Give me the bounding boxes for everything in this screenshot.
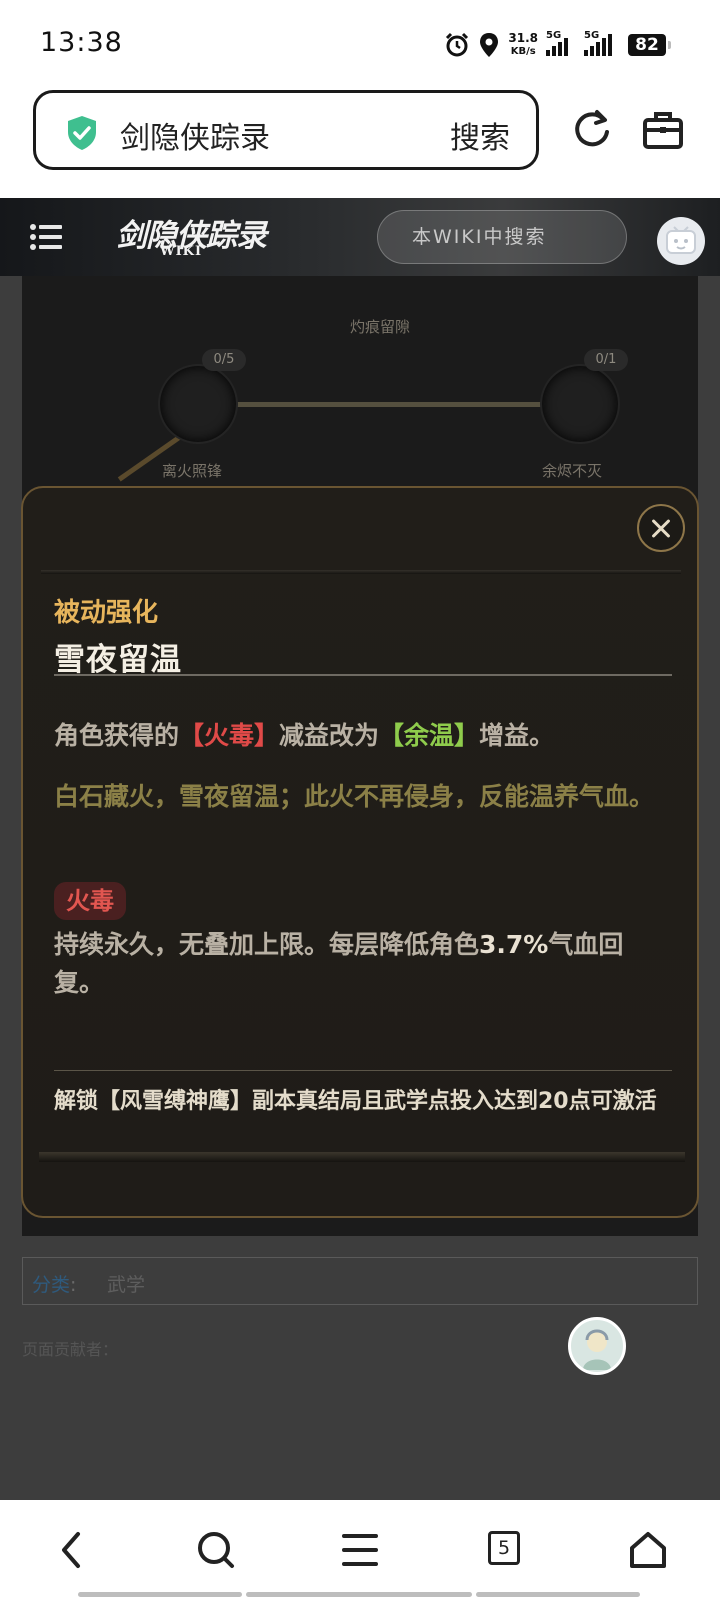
signal-icon-sim1: 5G: [546, 30, 576, 56]
skill-node-right[interactable]: [540, 364, 620, 444]
flavor-text: 白石藏火，雪夜留温；此火不再侵身，反能温养气血。: [54, 782, 655, 811]
skill-title: 雪夜留温: [54, 642, 182, 678]
bilibili-tv-icon: [666, 226, 696, 254]
shield-icon: [68, 116, 96, 150]
skill-node-label-right: 余烬不灭: [542, 462, 603, 480]
battery-icon: 82: [628, 34, 671, 56]
skill-node-label-top: 灼痕留隙: [350, 318, 411, 336]
desc-suffix: 增益。: [479, 721, 555, 750]
menu-lines-icon[interactable]: [340, 1530, 380, 1570]
search-button[interactable]: 搜索: [450, 113, 510, 157]
divider: [41, 570, 681, 574]
sim2-label: 5G: [584, 30, 600, 41]
buff-keyword[interactable]: 【余温】: [379, 721, 479, 750]
url-title[interactable]: 剑隐侠踪录: [120, 113, 270, 157]
modal-footer-bar: [39, 1152, 685, 1162]
alarm-icon: [446, 32, 469, 57]
debuff-tag: 火毒: [54, 882, 126, 920]
category-box: 分类: 武学: [22, 1257, 698, 1305]
sim1-label: 5G: [546, 30, 562, 41]
signal-icon-sim2: 5G: [584, 30, 620, 56]
browser-bottom-nav: 5: [0, 1500, 720, 1600]
skill-node-left[interactable]: [158, 364, 238, 444]
search-icon[interactable]: [196, 1530, 236, 1570]
network-speed-unit: KB/s: [510, 46, 536, 57]
skill-node-count-right: 0/1: [584, 349, 628, 371]
wiki-search-input[interactable]: 本WIKI中搜索: [377, 210, 627, 264]
skill-node-label-left: 离火照锋: [162, 462, 223, 480]
category-label-text: 分类: [32, 1274, 71, 1296]
tabs-button[interactable]: 5: [488, 1531, 520, 1565]
skill-category: 被动强化: [54, 598, 159, 628]
divider: [54, 1070, 672, 1071]
location-icon: [480, 33, 499, 57]
gesture-bar: [476, 1592, 640, 1597]
browser-address-bar: 剑隐侠踪录 搜索: [0, 88, 720, 198]
status-time: 13:38: [40, 27, 123, 58]
debuff-desc-prefix: 持续永久，无叠加上限。每层降低角色: [54, 930, 480, 959]
wiki-logo[interactable]: 剑隐侠踪录 WIKI: [116, 210, 267, 259]
character-avatar-icon: [583, 1329, 611, 1370]
gesture-bar: [246, 1592, 472, 1597]
page-contributors: 页面贡献者：: [22, 1340, 119, 1359]
status-icons: 31.8 KB/s 5G 5G 82: [444, 28, 671, 62]
wiki-logo-sub: WIKI: [160, 244, 203, 259]
desc-mid: 减益改为: [279, 721, 380, 750]
close-button[interactable]: [637, 504, 685, 552]
debuff-keyword[interactable]: 【火毒】: [179, 721, 279, 750]
wiki-header: 剑隐侠踪录 WIKI 本WIKI中搜索: [0, 198, 720, 276]
floating-avatar[interactable]: [568, 1317, 626, 1375]
toolbox-icon[interactable]: [642, 110, 684, 150]
reload-icon[interactable]: [570, 108, 614, 152]
skill-description: 角色获得的【火毒】减益改为【余温】增益。: [54, 716, 554, 752]
gesture-bar: [78, 1592, 242, 1597]
tree-connector: [237, 402, 550, 407]
url-box[interactable]: 剑隐侠踪录 搜索: [33, 90, 539, 170]
debuff-description: 持续永久，无叠加上限。每层降低角色3.7%气血回复。: [54, 926, 664, 1002]
status-bar: 13:38 31.8 KB/s 5G 5G 82: [0, 0, 720, 88]
debuff-desc-value: 3.7%: [479, 930, 549, 959]
menu-icon[interactable]: [30, 224, 62, 250]
skill-detail-modal: 被动强化 雪夜留温 角色获得的【火毒】减益改为【余温】增益。 白石藏火，雪夜留温…: [21, 486, 699, 1218]
category-label[interactable]: 分类:: [32, 1270, 76, 1297]
network-speed: 31.8 KB/s: [508, 32, 538, 58]
unlock-condition: 解锁【风雪缚神鹰】副本真结局且武学点投入达到20点可激活: [54, 1089, 657, 1114]
user-avatar[interactable]: [657, 217, 705, 265]
home-icon[interactable]: [628, 1530, 668, 1570]
skill-node-count-left: 0/5: [202, 349, 246, 371]
network-speed-value: 31.8: [508, 31, 538, 45]
back-icon[interactable]: [52, 1530, 92, 1570]
category-link[interactable]: 武学: [107, 1270, 145, 1297]
title-underline: [54, 674, 672, 676]
desc-prefix: 角色获得的: [54, 721, 180, 750]
